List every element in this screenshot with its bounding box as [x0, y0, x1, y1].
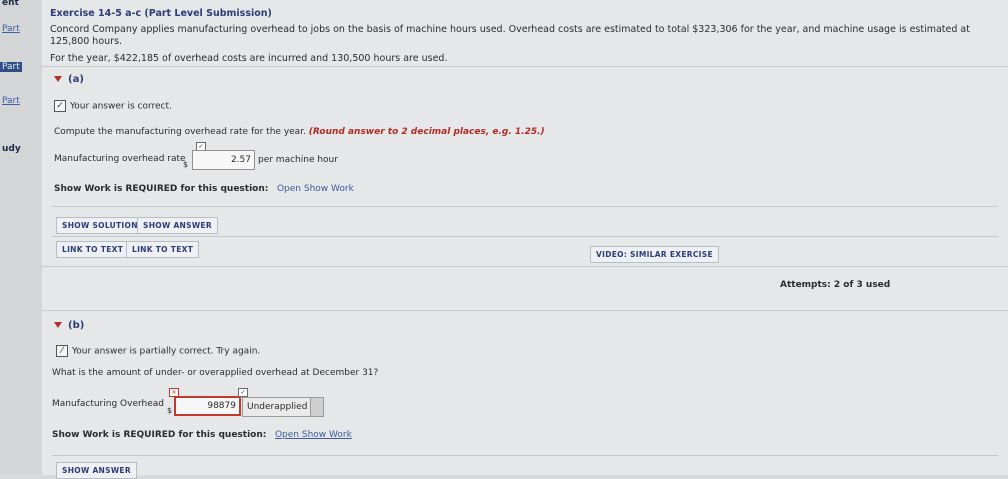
part-a-question: Compute the manufacturing overhead rate … — [54, 127, 545, 137]
divider — [42, 66, 1008, 67]
show-solution-button[interactable]: SHOW SOLUTION — [56, 217, 144, 234]
rail-item-5[interactable]: udy — [2, 144, 21, 154]
divider — [52, 206, 998, 207]
overhead-amount-input[interactable]: 98879 — [174, 396, 241, 416]
partial-check-icon: ⁄ — [56, 345, 68, 357]
check-icon: ✓ — [54, 100, 66, 112]
divider — [52, 236, 998, 237]
show-work-row-b: Show Work is REQUIRED for this question:… — [52, 430, 352, 440]
show-work-row: Show Work is REQUIRED for this question:… — [54, 184, 354, 194]
rail-item-2[interactable]: Part — [2, 24, 20, 34]
divider — [52, 455, 998, 456]
chevron-down-icon — [310, 398, 323, 416]
link-to-text-button-2[interactable]: LINK TO TEXT — [126, 241, 200, 258]
currency-symbol: $ — [167, 406, 173, 415]
exercise-description: Concord Company applies manufacturing ov… — [50, 24, 970, 47]
exercise-header: Exercise 14-5 a-c (Part Level Submission… — [50, 8, 1008, 65]
main-content: Exercise 14-5 a-c (Part Level Submission… — [42, 0, 1008, 479]
divider — [42, 266, 1008, 267]
exercise-title: Exercise 14-5 a-c (Part Level Submission… — [50, 8, 272, 19]
video-similar-exercise-button[interactable]: VIDEO: SIMILAR EXERCISE — [590, 246, 719, 263]
collapse-triangle-icon — [54, 76, 62, 82]
part-a-status: ✓ Your answer is correct. — [54, 100, 172, 112]
part-a-field-label: Manufacturing overhead rate — [54, 154, 186, 164]
collapse-triangle-icon — [54, 322, 62, 328]
show-answer-button-b[interactable]: SHOW ANSWER — [56, 462, 137, 479]
rail-item-4[interactable]: Part — [2, 96, 20, 106]
overhead-rate-input[interactable]: 2.57 — [192, 150, 255, 170]
exercise-description-2: For the year, $422,185 of overhead costs… — [50, 53, 448, 64]
left-rail: ent Part Part Part udy — [0, 0, 43, 475]
open-show-work-link[interactable]: Open Show Work — [275, 430, 352, 440]
show-answer-button[interactable]: SHOW ANSWER — [137, 217, 218, 234]
divider — [42, 310, 1008, 311]
unit-label: per machine hour — [258, 155, 338, 165]
part-b-status: ⁄ Your answer is partially correct. Try a… — [56, 345, 260, 357]
correct-mark-icon: ✓ — [238, 388, 248, 397]
part-b-question: What is the amount of under- or overappl… — [52, 368, 379, 378]
currency-symbol: $ — [183, 160, 189, 169]
part-b-toggle[interactable]: (b) — [54, 320, 84, 331]
rail-item-1[interactable]: ent — [2, 0, 19, 8]
open-show-work-link[interactable]: Open Show Work — [277, 184, 354, 194]
part-b-field-label: Manufacturing Overhead — [52, 399, 164, 409]
link-to-text-button[interactable]: LINK TO TEXT — [56, 241, 130, 258]
rail-item-3[interactable]: Part — [0, 62, 22, 72]
attempts-counter: Attempts: 2 of 3 used — [780, 280, 891, 290]
under-over-select[interactable]: Underapplied — [242, 397, 324, 417]
part-a-toggle[interactable]: (a) — [54, 74, 84, 85]
